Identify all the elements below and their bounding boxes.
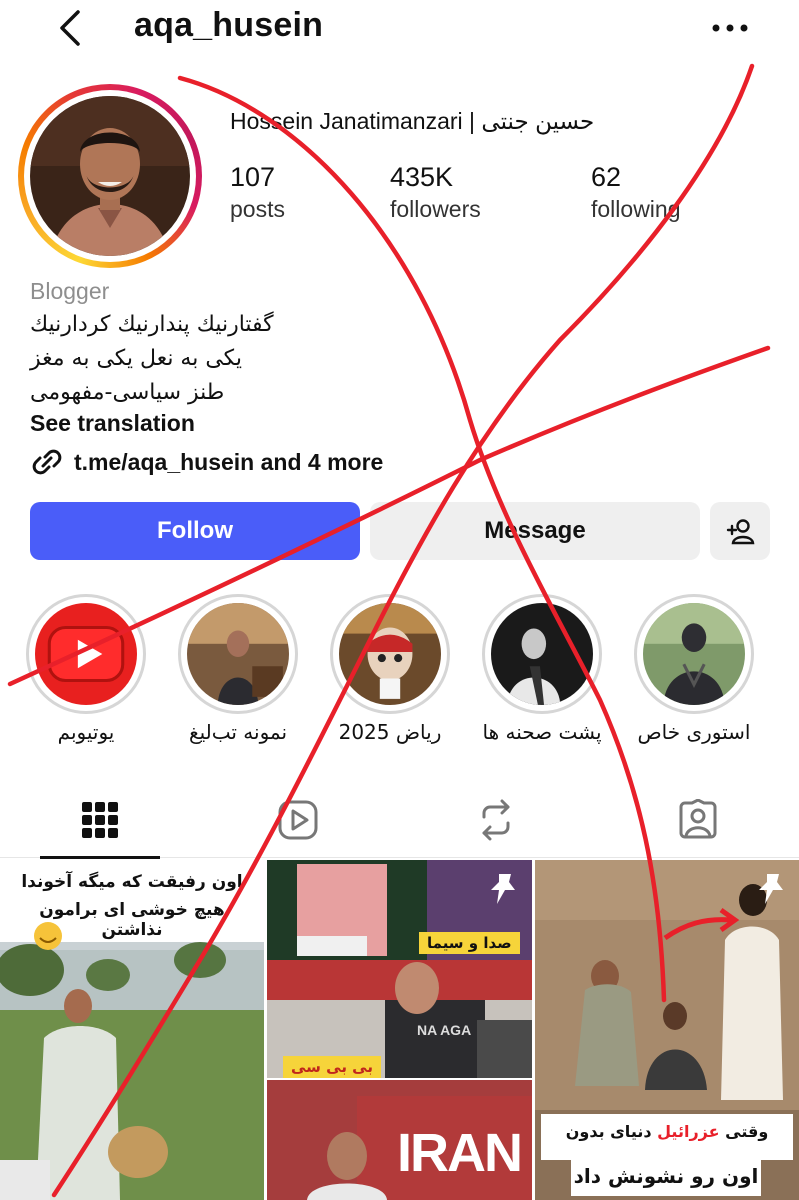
- highlight-riyadh[interactable]: ریاض 2025: [330, 594, 450, 744]
- grid-icon: [82, 802, 118, 838]
- caption-part: وقتی: [725, 1122, 769, 1141]
- stat-label: following: [591, 196, 681, 222]
- highlight-cover: [643, 603, 745, 705]
- post-image: [535, 860, 799, 1200]
- profile-full-name: Hossein Janatimanzari | حسین جنتی: [230, 108, 595, 134]
- highlight-special-story[interactable]: استوری خاص: [634, 594, 754, 744]
- stat-value: 435K: [390, 162, 454, 192]
- see-translation-link[interactable]: See translation: [30, 410, 195, 437]
- pin-icon: [491, 874, 515, 904]
- reels-play-icon: [278, 800, 318, 840]
- youtube-icon: [35, 603, 137, 705]
- tab-posts-grid[interactable]: [40, 782, 160, 859]
- more-options-button[interactable]: [708, 10, 752, 46]
- screen-text: IRAN: [397, 1123, 523, 1183]
- add-person-icon: [726, 519, 755, 545]
- pin-icon: [759, 874, 783, 904]
- bio-line: یکی به نعل یکی به مغز: [30, 346, 242, 371]
- caption-highlight: عزرائیل: [657, 1122, 720, 1141]
- highlight-backstage[interactable]: پشت صحنه ها: [482, 594, 602, 744]
- link-icon: [32, 449, 62, 475]
- post-tile[interactable]: وقتی عزرائیل دنیای بدون اون رو نشونش داد: [535, 860, 799, 1200]
- profile-link[interactable]: t.me/aqa_husein and 4 more: [30, 446, 383, 478]
- message-button[interactable]: Message: [370, 502, 700, 560]
- highlight-ad-samples[interactable]: نمونه تب‌لیغ: [178, 594, 298, 744]
- highlight-cover: [491, 603, 593, 705]
- post-caption: هیچ خوشی ای برامون نذاشتن: [39, 900, 225, 940]
- bio-line: گفتارنیك پندارنیك كردارنیك: [30, 312, 274, 337]
- top-bar: aqa_husein: [0, 0, 799, 60]
- posts-grid: اون رفیقت که میگه آخوندا هیچ خوشی ای برا…: [0, 860, 799, 1200]
- post-tile[interactable]: صدا و سیما بی بی سی NA AGA IRAN: [267, 860, 532, 1200]
- highlight-label: استوری خاص: [637, 720, 751, 744]
- highlight-cover: [187, 603, 289, 705]
- post-label: بی بی سی: [283, 1056, 381, 1078]
- back-button[interactable]: [52, 6, 92, 50]
- post-label: صدا و سیما: [419, 932, 520, 954]
- follow-button[interactable]: Follow: [30, 502, 360, 560]
- tab-reels[interactable]: [238, 782, 358, 858]
- repost-icon: [482, 799, 510, 841]
- more-horizontal-icon: [712, 24, 748, 32]
- post-caption: اون رو نشونش داد: [573, 1164, 759, 1188]
- profile-tabs: [0, 782, 799, 859]
- stat-label: posts: [230, 196, 285, 222]
- suggested-accounts-button[interactable]: [710, 502, 770, 560]
- post-tile[interactable]: اون رفیقت که میگه آخوندا هیچ خوشی ای برا…: [0, 860, 264, 1200]
- highlight-cover: [339, 603, 441, 705]
- followers-count[interactable]: 435K followers: [390, 160, 481, 224]
- post-caption: اون رفیقت که میگه آخوندا: [21, 872, 243, 892]
- profile-link-text: t.me/aqa_husein and 4 more: [74, 448, 384, 475]
- tab-tagged[interactable]: [638, 782, 758, 858]
- following-count[interactable]: 62 following: [591, 160, 681, 224]
- profile-username: aqa_husein: [134, 6, 324, 44]
- profile-avatar: [30, 96, 190, 256]
- shirt-text: NA AGA: [417, 1022, 472, 1038]
- stat-value: 107: [230, 162, 276, 192]
- tab-reposts[interactable]: [436, 782, 556, 858]
- posts-count[interactable]: 107 posts: [230, 160, 285, 224]
- profile-category: Blogger: [30, 278, 110, 304]
- post-caption: وقتی عزرائیل دنیای بدون: [545, 1122, 789, 1141]
- tagged-person-icon: [679, 799, 717, 839]
- highlight-youtube[interactable]: یوتیوبم: [26, 594, 146, 744]
- story-ring[interactable]: [18, 84, 202, 268]
- bio-line: طنز سیاسی-مفهومی: [30, 380, 225, 405]
- stat-value: 62: [591, 162, 622, 192]
- caption-part: دنیای بدون: [565, 1122, 652, 1141]
- chevron-left-icon: [60, 10, 80, 46]
- stat-label: followers: [390, 196, 481, 222]
